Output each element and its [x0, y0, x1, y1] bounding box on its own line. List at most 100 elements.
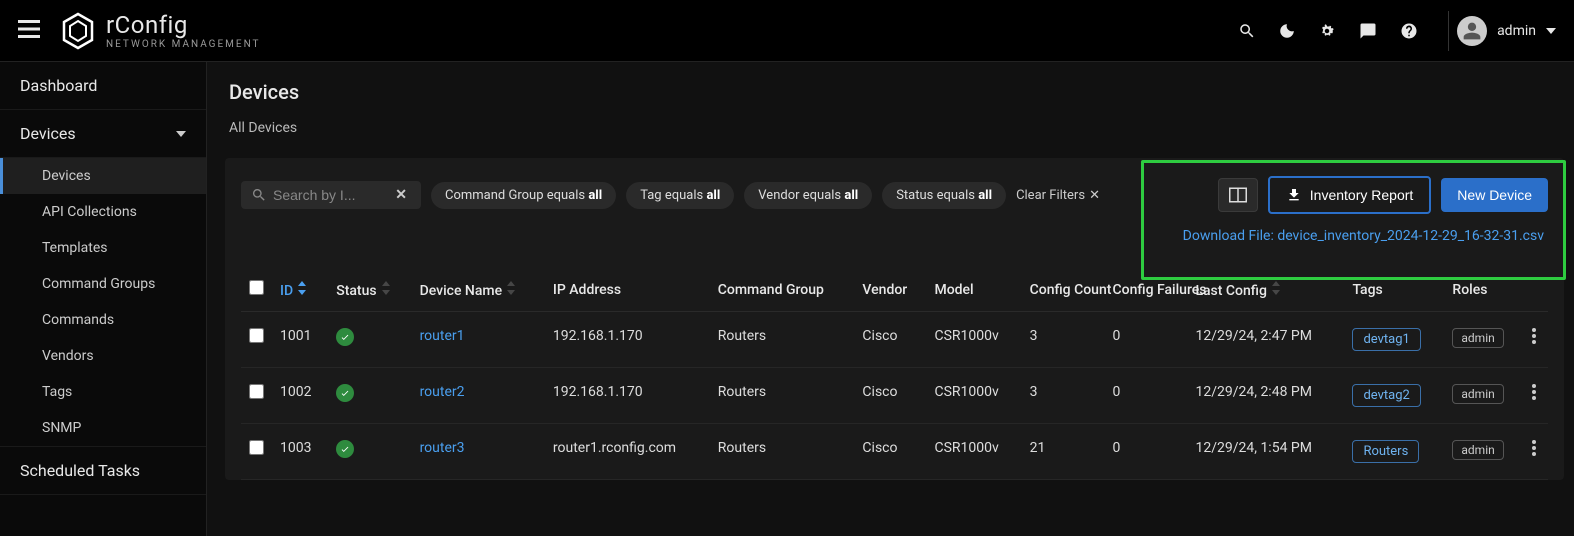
cell-model: CSR1000v	[926, 424, 1021, 480]
select-all-checkbox[interactable]	[249, 280, 264, 295]
row-actions-menu[interactable]	[1524, 368, 1548, 424]
dots-vertical-icon	[1532, 328, 1536, 344]
sidebar: Dashboard Devices Devices API Collection…	[0, 62, 207, 536]
sort-icon	[1271, 281, 1281, 295]
column-command-group[interactable]: Command Group	[710, 268, 855, 312]
cell-failures: 0	[1105, 368, 1188, 424]
search-input[interactable]	[273, 187, 391, 203]
download-icon	[1286, 187, 1302, 203]
hamburger-icon[interactable]	[18, 20, 40, 42]
cell-ip: router1.rconfig.com	[545, 424, 710, 480]
device-name-link[interactable]: router3	[420, 440, 465, 456]
clear-filters-button[interactable]: Clear Filters ✕	[1016, 188, 1100, 203]
column-last-config[interactable]: Last Config	[1187, 268, 1344, 312]
cell-count: 21	[1022, 424, 1105, 480]
cell-id: 1002	[272, 368, 328, 424]
cell-last: 12/29/24, 1:54 PM	[1187, 424, 1344, 480]
chevron-down-icon	[176, 131, 186, 137]
tag-pill[interactable]: Routers	[1352, 440, 1419, 463]
cell-vendor: Cisco	[854, 368, 926, 424]
page-title: Devices	[229, 80, 1552, 104]
cell-id: 1001	[272, 312, 328, 368]
role-pill: admin	[1452, 328, 1503, 348]
brand-logo[interactable]: rConfig NETWORK MANAGEMENT	[58, 11, 261, 51]
row-checkbox[interactable]	[249, 384, 264, 399]
column-model[interactable]: Model	[926, 268, 1021, 312]
sidebar-item-snmp[interactable]: SNMP	[0, 410, 206, 446]
columns-icon	[1229, 187, 1247, 203]
cell-last: 12/29/24, 2:47 PM	[1187, 312, 1344, 368]
filter-status[interactable]: Status equals all	[882, 182, 1006, 209]
chevron-down-icon	[1546, 28, 1556, 34]
close-icon: ✕	[1089, 188, 1100, 203]
sidebar-item-templates[interactable]: Templates	[0, 230, 206, 266]
user-menu[interactable]: admin	[1457, 16, 1556, 46]
cell-failures: 0	[1105, 424, 1188, 480]
column-status[interactable]: Status	[328, 268, 411, 312]
sort-icon	[297, 281, 307, 295]
sidebar-section-devices[interactable]: Devices	[0, 110, 206, 158]
column-id[interactable]: ID	[272, 268, 328, 312]
cell-last: 12/29/24, 2:48 PM	[1187, 368, 1344, 424]
sidebar-item-command-groups[interactable]: Command Groups	[0, 266, 206, 302]
cell-count: 3	[1022, 312, 1105, 368]
cell-status	[328, 312, 411, 368]
sidebar-item-tags[interactable]: Tags	[0, 374, 206, 410]
sidebar-item-api-collections[interactable]: API Collections	[0, 194, 206, 230]
row-checkbox[interactable]	[249, 440, 264, 455]
cell-model: CSR1000v	[926, 368, 1021, 424]
role-pill: admin	[1452, 384, 1503, 404]
filter-vendor[interactable]: Vendor equals all	[744, 182, 872, 209]
search-icon[interactable]	[1238, 22, 1256, 40]
columns-toggle-button[interactable]	[1218, 178, 1258, 212]
dots-vertical-icon	[1532, 384, 1536, 400]
sidebar-item-commands[interactable]: Commands	[0, 302, 206, 338]
cell-group: Routers	[710, 424, 855, 480]
sidebar-item-scheduled-tasks[interactable]: Scheduled Tasks	[0, 446, 206, 495]
filter-tag[interactable]: Tag equals all	[626, 182, 734, 209]
sidebar-item-vendors[interactable]: Vendors	[0, 338, 206, 374]
sidebar-item-devices[interactable]: Devices	[0, 158, 206, 194]
row-checkbox[interactable]	[249, 328, 264, 343]
role-pill: admin	[1452, 440, 1503, 460]
chat-icon[interactable]	[1358, 22, 1378, 40]
download-file-link: Download File: device_inventory_2024-12-…	[241, 214, 1548, 250]
search-icon	[251, 187, 267, 203]
tag-pill[interactable]: devtag1	[1352, 328, 1420, 351]
gear-icon[interactable]	[1318, 22, 1336, 40]
brand-tagline: NETWORK MANAGEMENT	[106, 39, 261, 50]
column-ip[interactable]: IP Address	[545, 268, 710, 312]
cell-vendor: Cisco	[854, 424, 926, 480]
row-actions-menu[interactable]	[1524, 312, 1548, 368]
cell-model: CSR1000v	[926, 312, 1021, 368]
help-icon[interactable]	[1400, 22, 1418, 40]
brand-name: rConfig	[106, 11, 261, 39]
moon-icon[interactable]	[1278, 22, 1296, 40]
new-device-button[interactable]: New Device	[1441, 178, 1548, 212]
dots-vertical-icon	[1532, 440, 1536, 456]
device-name-link[interactable]: router1	[420, 328, 465, 344]
sort-icon	[381, 281, 391, 295]
cell-status	[328, 368, 411, 424]
column-config-count[interactable]: Config Count	[1022, 268, 1105, 312]
sidebar-item-dashboard[interactable]: Dashboard	[0, 62, 206, 110]
column-roles[interactable]: Roles	[1444, 268, 1524, 312]
cell-status	[328, 424, 411, 480]
tag-pill[interactable]: devtag2	[1352, 384, 1420, 407]
column-tags[interactable]: Tags	[1344, 268, 1444, 312]
download-link[interactable]: Download File: device_inventory_2024-12-…	[1183, 228, 1544, 244]
cell-id: 1003	[272, 424, 328, 480]
column-device-name[interactable]: Device Name	[412, 268, 545, 312]
cell-ip: 192.168.1.170	[545, 312, 710, 368]
row-actions-menu[interactable]	[1524, 424, 1548, 480]
column-vendor[interactable]: Vendor	[854, 268, 926, 312]
check-icon	[336, 384, 354, 402]
inventory-report-button[interactable]: Inventory Report	[1268, 176, 1432, 214]
devices-table: ID Status Device Name IP Address Command…	[241, 268, 1548, 480]
device-name-link[interactable]: router2	[420, 384, 465, 400]
filter-command-group[interactable]: Command Group equals all	[431, 182, 616, 209]
cell-ip: 192.168.1.170	[545, 368, 710, 424]
table-row: 1003router3router1.rconfig.comRoutersCis…	[241, 424, 1548, 480]
column-config-failures[interactable]: Config Failures	[1105, 268, 1188, 312]
clear-search-icon[interactable]: ✕	[391, 187, 411, 203]
